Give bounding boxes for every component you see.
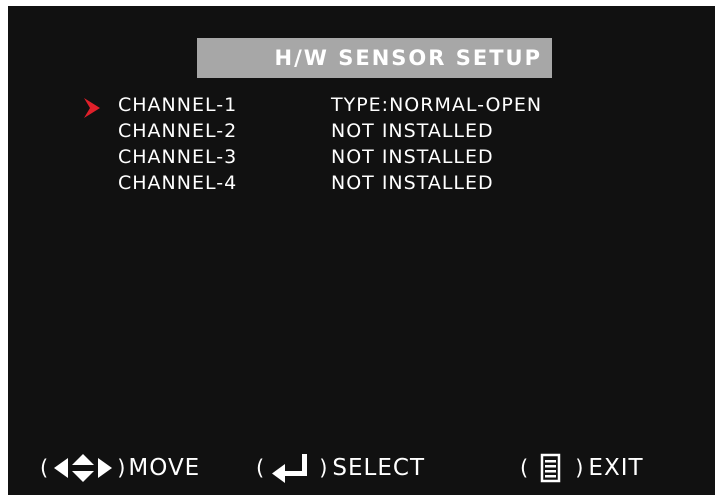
paren-close: ) — [575, 456, 585, 480]
paren-open: ( — [40, 456, 50, 480]
channel-label: CHANNEL-1 — [118, 94, 238, 116]
channel-value[interactable]: NOT INSTALLED — [331, 120, 494, 142]
paren-close: ) — [319, 456, 329, 480]
paren-open: ( — [520, 456, 530, 480]
select-label: SELECT — [332, 455, 425, 481]
osd-screen: H/W SENSOR SETUP CHANNEL-1 TYPE:NORMAL-O… — [8, 6, 715, 495]
channel-row-2[interactable]: CHANNEL-2 NOT INSTALLED — [8, 120, 715, 146]
menu-icon — [540, 453, 561, 483]
exit-label: EXIT — [588, 455, 644, 481]
key-hints-bar: ( ) MOVE ( ) SELECT () EXIT — [8, 448, 715, 488]
exit-hint: ( ) EXIT — [520, 448, 644, 488]
channel-value[interactable]: NOT INSTALLED — [331, 172, 494, 194]
page-title: H/W SENSOR SETUP — [274, 46, 542, 70]
channel-label: CHANNEL-4 — [118, 172, 238, 194]
channel-row-3[interactable]: CHANNEL-3 NOT INSTALLED — [8, 146, 715, 172]
paren-open: ( — [256, 456, 266, 480]
channel-row-1[interactable]: CHANNEL-1 TYPE:NORMAL-OPEN — [8, 94, 715, 120]
move-hint: ( ) MOVE — [40, 448, 200, 488]
enter-icon — [272, 454, 308, 483]
channel-value[interactable]: NOT INSTALLED — [331, 146, 494, 168]
channel-value[interactable]: TYPE:NORMAL-OPEN — [331, 94, 542, 116]
channel-row-4[interactable]: CHANNEL-4 NOT INSTALLED — [8, 172, 715, 198]
four-way-arrows-icon — [54, 454, 113, 482]
move-label: MOVE — [128, 455, 201, 481]
channel-label: CHANNEL-2 — [118, 120, 238, 142]
paren-close: ) — [117, 456, 127, 480]
select-hint: ( ) SELECT — [256, 448, 425, 488]
selection-arrow-icon — [84, 98, 100, 118]
title-bar: H/W SENSOR SETUP — [197, 38, 552, 78]
channel-label: CHANNEL-3 — [118, 146, 238, 168]
